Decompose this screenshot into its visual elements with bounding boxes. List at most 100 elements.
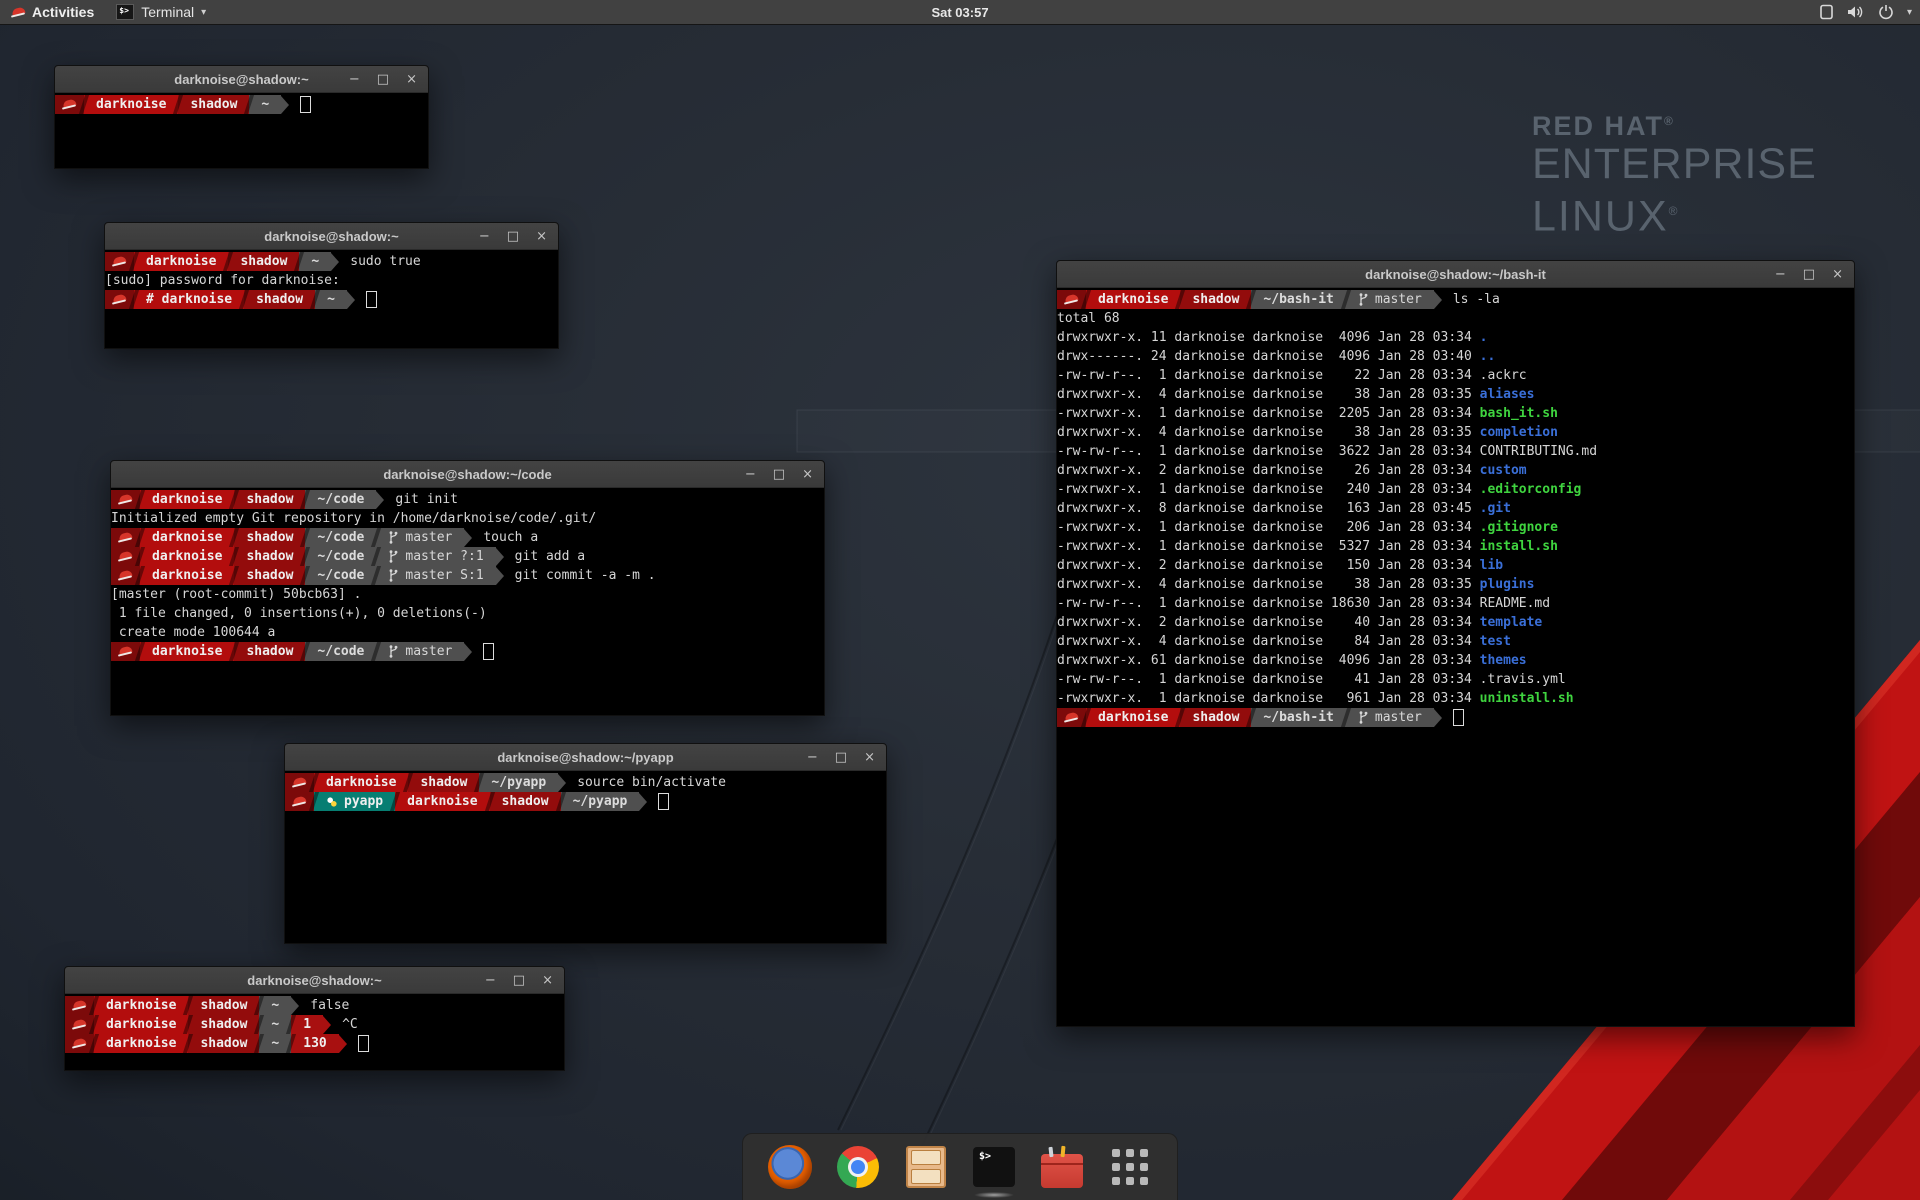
terminal-content[interactable]: darknoiseshadow~ xyxy=(55,93,428,114)
running-indicator xyxy=(974,1192,1014,1198)
prompt-arrow xyxy=(1434,291,1442,309)
titlebar[interactable]: darknoise@shadow:~ − □ × xyxy=(55,66,428,93)
minimize-button[interactable]: − xyxy=(745,468,756,481)
terminal-content[interactable]: darknoiseshadow~/bash-itmasterls -latota… xyxy=(1057,288,1854,727)
dock-item-terminal[interactable]: $> xyxy=(971,1144,1017,1190)
prompt-segment-path: ~/bash-it xyxy=(1251,290,1345,309)
clock[interactable]: Sat 03:57 xyxy=(931,5,988,20)
redhat-icon xyxy=(119,494,132,505)
titlebar[interactable]: darknoise@shadow:~/code − □ × xyxy=(111,461,824,488)
segment-text: 1 xyxy=(303,1017,311,1032)
close-button[interactable]: × xyxy=(802,468,813,481)
terminal-line: darknoiseshadow~/bash-itmasterls -la xyxy=(1057,290,1853,309)
dock-item-app-grid[interactable] xyxy=(1107,1144,1153,1190)
toolbox-icon xyxy=(1041,1154,1083,1188)
terminal-line: [sudo] password for darknoise: xyxy=(105,271,557,290)
activities-button[interactable]: Activities xyxy=(0,0,106,24)
titlebar[interactable]: darknoise@shadow:~/bash-it − □ × xyxy=(1057,261,1854,288)
maximize-button[interactable]: □ xyxy=(773,468,785,481)
terminal-content[interactable]: darknoiseshadow~sudo true [sudo] password… xyxy=(105,250,558,309)
ls-meta: -rwxrwxr-x. 1 darknoise darknoise 206 Ja… xyxy=(1057,520,1480,535)
prompt-arrow xyxy=(496,567,504,585)
terminal-line: darknoiseshadow~sudo true xyxy=(105,252,557,271)
command-text: ls -la xyxy=(1453,292,1500,307)
prompt-segment-host: shadow xyxy=(188,1015,259,1034)
redhat-icon xyxy=(73,1019,86,1030)
maximize-button[interactable]: □ xyxy=(835,751,847,764)
terminal-content[interactable]: darknoiseshadow~falsedarknoiseshadow~1^C… xyxy=(65,994,564,1053)
segment-text: darknoise xyxy=(152,568,222,583)
terminal-icon: $> xyxy=(973,1147,1015,1187)
minimize-button[interactable]: − xyxy=(1775,268,1786,281)
prompt-segment-path: ~ xyxy=(259,996,291,1015)
segment-text: master xyxy=(1375,710,1422,725)
prompt-segment-user: # darknoise xyxy=(134,290,244,309)
terminal-window-sudo[interactable]: darknoise@shadow:~ − □ × darknoiseshadow… xyxy=(104,222,559,349)
app-menu-terminal[interactable]: $> Terminal ▾ xyxy=(106,0,216,24)
segment-text: darknoise xyxy=(152,492,222,507)
ls-meta: drwxrwxr-x. 8 darknoise darknoise 163 Ja… xyxy=(1057,501,1480,516)
ls-filename: CONTRIBUTING.md xyxy=(1480,444,1597,459)
redhat-logo-icon xyxy=(12,7,25,18)
terminal-line: darknoiseshadow~/codemaster ?:1git add a xyxy=(111,547,823,566)
terminal-window-home-2[interactable]: darknoise@shadow:~ − □ × darknoiseshadow… xyxy=(64,966,565,1071)
close-button[interactable]: × xyxy=(1832,268,1843,281)
prompt-segment-host: shadow xyxy=(1180,290,1251,309)
maximize-button[interactable]: □ xyxy=(1803,268,1815,281)
dock-item-toolbox[interactable] xyxy=(1039,1144,1085,1190)
prompt-arrow xyxy=(331,253,339,271)
output-text: create mode 100644 a xyxy=(111,625,275,640)
close-button[interactable]: × xyxy=(542,974,553,987)
segment-text: pyapp xyxy=(344,794,383,809)
firefox-icon xyxy=(768,1145,812,1189)
minimize-button[interactable]: − xyxy=(807,751,818,764)
segment-text: master xyxy=(405,530,452,545)
window-controls: − □ × xyxy=(1775,261,1843,287)
prompt-segment-host: shadow xyxy=(1180,708,1251,727)
file-manager-icon xyxy=(906,1146,946,1188)
prompt-arrow xyxy=(376,491,384,509)
terminal-cursor xyxy=(483,643,494,660)
prompt-segment-user: darknoise xyxy=(395,792,489,811)
segment-text: ~ xyxy=(271,998,279,1013)
prompt-segment-git: master S:1 xyxy=(376,566,495,585)
minimize-button[interactable]: − xyxy=(485,974,496,987)
minimize-button[interactable]: − xyxy=(349,73,360,86)
close-button[interactable]: × xyxy=(864,751,875,764)
titlebar[interactable]: darknoise@shadow:~/pyapp − □ × xyxy=(285,744,886,771)
terminal-content[interactable]: darknoiseshadow~/codegit initInitialized… xyxy=(111,488,824,661)
terminal-window-home-1[interactable]: darknoise@shadow:~ − □ × darknoiseshadow… xyxy=(54,65,429,169)
terminal-cursor xyxy=(366,291,377,308)
dock: $> xyxy=(742,1133,1178,1200)
system-status-area[interactable]: ▾ xyxy=(1819,0,1912,24)
maximize-button[interactable]: □ xyxy=(513,974,525,987)
terminal-window-bash-it[interactable]: darknoise@shadow:~/bash-it − □ × darknoi… xyxy=(1056,260,1855,1027)
prompt-segment-user: darknoise xyxy=(94,1015,188,1034)
command-text: false xyxy=(310,998,349,1013)
terminal-window-pyapp[interactable]: darknoise@shadow:~/pyapp − □ × darknoise… xyxy=(284,743,887,944)
minimize-button[interactable]: − xyxy=(479,230,490,243)
titlebar[interactable]: darknoise@shadow:~ − □ × xyxy=(105,223,558,250)
maximize-button[interactable]: □ xyxy=(507,230,519,243)
terminal-window-code[interactable]: darknoise@shadow:~/code − □ × darknoises… xyxy=(110,460,825,716)
terminal-line: darknoiseshadow~130 xyxy=(65,1034,563,1053)
command-text: ^C xyxy=(342,1017,358,1032)
titlebar[interactable]: darknoise@shadow:~ − □ × xyxy=(65,967,564,994)
maximize-button[interactable]: □ xyxy=(377,73,389,86)
terminal-line: darknoiseshadow~/codegit init xyxy=(111,490,823,509)
ls-meta: drwxrwxr-x. 4 darknoise darknoise 38 Jan… xyxy=(1057,577,1480,592)
dock-item-chrome[interactable] xyxy=(835,1144,881,1190)
segment-text: shadow xyxy=(246,644,293,659)
segment-text: darknoise xyxy=(106,1036,176,1051)
dock-item-file-manager[interactable] xyxy=(903,1144,949,1190)
ls-meta: drwx------. 24 darknoise darknoise 4096 … xyxy=(1057,349,1480,364)
dock-item-firefox[interactable] xyxy=(767,1144,813,1190)
prompt-segment-user: darknoise xyxy=(94,996,188,1015)
close-button[interactable]: × xyxy=(536,230,547,243)
close-button[interactable]: × xyxy=(406,73,417,86)
output-text: [sudo] password for darknoise: xyxy=(105,273,340,288)
segment-text: darknoise xyxy=(1098,710,1168,725)
terminal-content[interactable]: darknoiseshadow~/pyappsource bin/activat… xyxy=(285,771,886,811)
prompt-segment-path: ~/bash-it xyxy=(1251,708,1345,727)
terminal-line: drwxrwxr-x. 2 darknoise darknoise 26 Jan… xyxy=(1057,461,1853,480)
